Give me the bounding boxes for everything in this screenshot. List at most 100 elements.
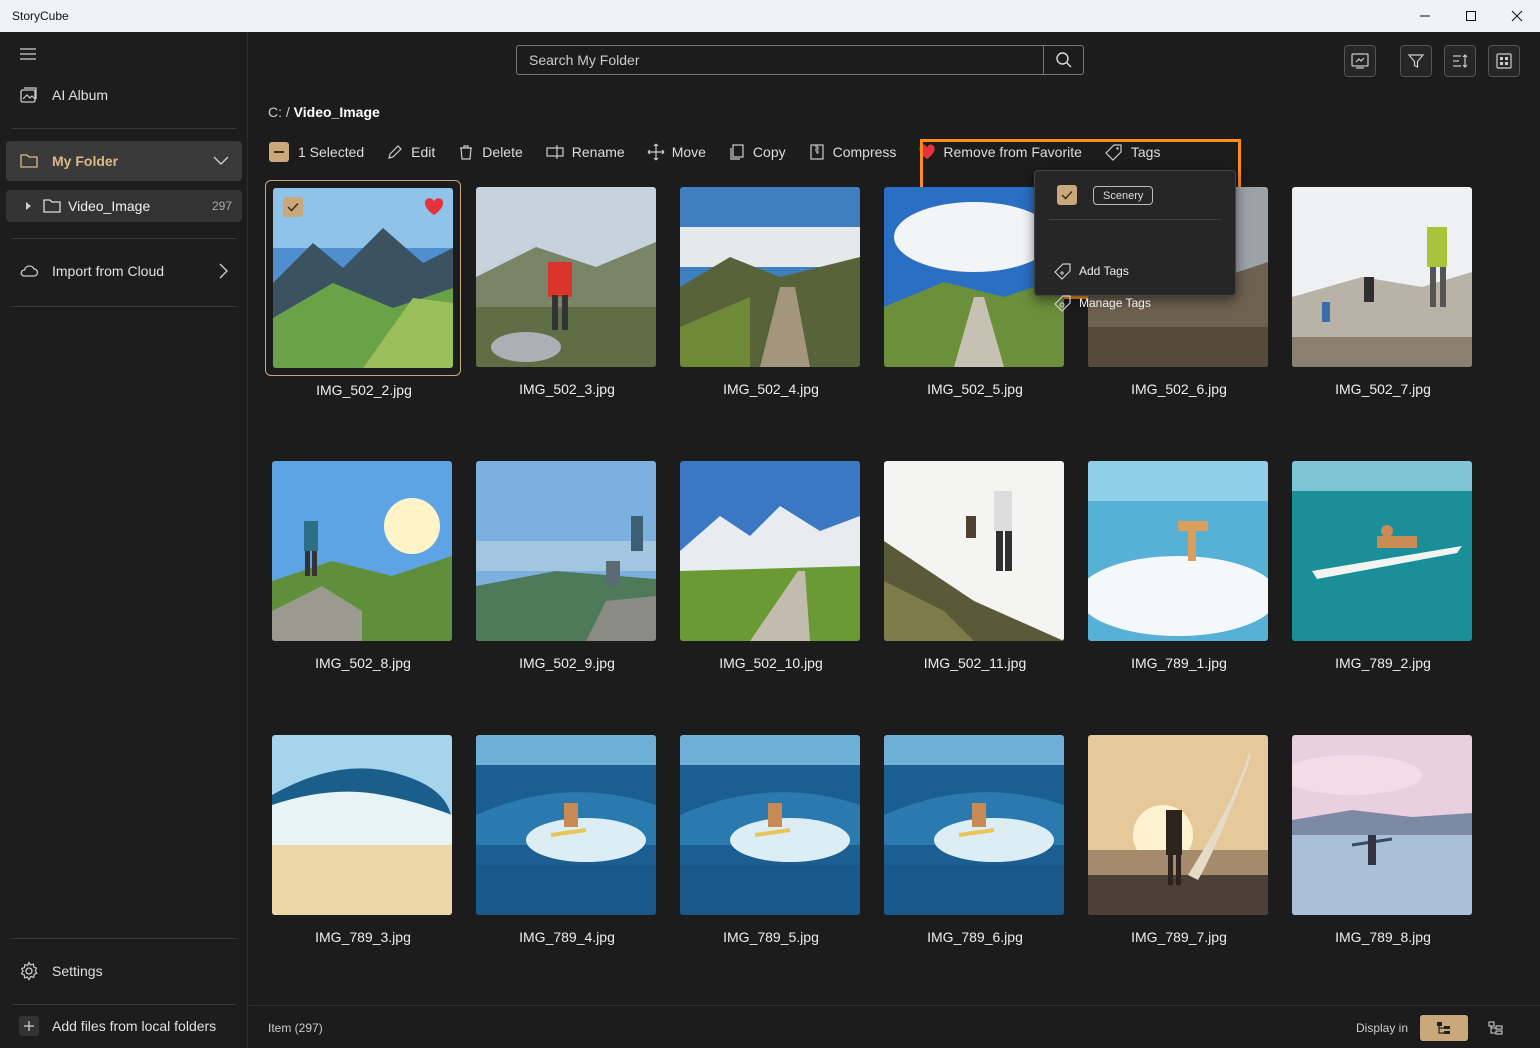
search-input[interactable] (517, 46, 1043, 74)
photo-thumbnail[interactable] (884, 735, 1064, 915)
divider (12, 938, 236, 939)
check-icon (1061, 190, 1073, 200)
slideshow-button[interactable] (1344, 45, 1376, 77)
photo-filename: IMG_789_3.jpg (315, 929, 411, 945)
photo-tile[interactable]: IMG_502_3.jpg (469, 180, 665, 397)
photo-tile[interactable]: IMG_502_10.jpg (673, 454, 869, 671)
tree-view-icon (1437, 1022, 1450, 1034)
nav-import-cloud-label: Import from Cloud (52, 263, 165, 279)
close-button[interactable] (1494, 0, 1540, 32)
favorite-heart-icon[interactable] (424, 198, 444, 221)
tree-item-video-image[interactable]: Video_Image 297 (6, 190, 242, 222)
tile-checkbox[interactable] (283, 197, 303, 217)
tag-checkbox[interactable] (1057, 185, 1077, 205)
divider (12, 1004, 236, 1005)
maximize-icon (1466, 11, 1476, 21)
display-tree-button[interactable] (1420, 1015, 1468, 1041)
photo-thumbnail[interactable] (476, 187, 656, 367)
add-tags-menu-item[interactable]: Add Tags (1053, 261, 1129, 281)
photo-thumbnail[interactable] (272, 461, 452, 641)
remove-from-favorite-button[interactable]: Remove from Favorite (918, 144, 1082, 160)
photo-tile[interactable]: IMG_789_1.jpg (1081, 454, 1277, 671)
grid-view-icon (1496, 53, 1512, 69)
breadcrumb-root[interactable]: C: (268, 104, 282, 120)
photo-thumbnail[interactable] (1088, 461, 1268, 641)
move-button[interactable]: Move (647, 143, 706, 161)
photo-tile[interactable]: IMG_789_2.jpg (1285, 454, 1481, 671)
nav-my-folder[interactable]: My Folder (6, 141, 242, 181)
nav-import-cloud[interactable]: Import from Cloud (6, 251, 242, 291)
breadcrumb-current: Video_Image (293, 104, 380, 120)
photo-thumbnail[interactable] (476, 735, 656, 915)
delete-label: Delete (482, 144, 523, 160)
partial-check-icon[interactable] (269, 142, 289, 162)
photo-filename: IMG_502_3.jpg (519, 381, 615, 397)
photo-tile[interactable]: IMG_789_5.jpg (673, 728, 869, 945)
app-title: StoryCube (12, 9, 69, 23)
nav-ai-album[interactable]: AI Album (6, 75, 242, 115)
photo-thumbnail[interactable] (1292, 735, 1472, 915)
photo-tile[interactable]: IMG_789_6.jpg (877, 728, 1073, 945)
photo-tile[interactable]: IMG_502_4.jpg (673, 180, 869, 397)
photo-tile[interactable]: IMG_502_11.jpg (877, 454, 1073, 671)
photo-filename: IMG_502_6.jpg (1131, 381, 1227, 397)
photo-tile[interactable]: IMG_502_2.jpg (265, 180, 461, 398)
compress-icon (810, 144, 824, 160)
hamburger-menu-icon[interactable] (18, 46, 38, 62)
filter-button[interactable] (1400, 45, 1432, 77)
photo-tile[interactable]: IMG_789_8.jpg (1285, 728, 1481, 945)
display-list-button[interactable] (1472, 1015, 1520, 1041)
nav-settings[interactable]: Settings (6, 951, 242, 991)
slideshow-icon (1351, 53, 1369, 69)
copy-button[interactable]: Copy (728, 143, 786, 161)
photo-thumbnail[interactable] (1292, 461, 1472, 641)
photo-thumbnail[interactable] (680, 461, 860, 641)
chevron-down-icon (213, 156, 229, 165)
tags-button[interactable]: Tags (1104, 143, 1160, 161)
photo-thumbnail[interactable] (272, 735, 452, 915)
maximize-button[interactable] (1448, 0, 1494, 32)
item-count: Item (297) (268, 1021, 323, 1035)
edit-button[interactable]: Edit (386, 143, 435, 161)
delete-button[interactable]: Delete (457, 143, 523, 161)
photo-tile[interactable]: IMG_502_8.jpg (265, 454, 461, 671)
heart-icon (919, 144, 935, 159)
photo-thumbnail[interactable] (476, 461, 656, 641)
chevron-right-icon (219, 263, 228, 279)
photo-tile[interactable]: IMG_789_7.jpg (1081, 728, 1277, 945)
photo-filename: IMG_502_7.jpg (1335, 381, 1431, 397)
edit-label: Edit (411, 144, 436, 160)
trash-icon (460, 145, 473, 160)
caret-right-icon[interactable] (20, 200, 42, 212)
divider (12, 306, 236, 307)
manage-tags-menu-item[interactable]: Manage Tags (1053, 293, 1151, 313)
add-files-button[interactable]: Add files from local folders (6, 1006, 242, 1046)
remove-from-favorite-label: Remove from Favorite (943, 144, 1082, 160)
tag-chip-scenery[interactable]: Scenery (1093, 186, 1154, 205)
rename-button[interactable]: Rename (545, 143, 625, 161)
minimize-icon (1420, 15, 1430, 17)
add-tag-icon (1054, 263, 1071, 280)
photo-tile[interactable]: IMG_502_7.jpg (1285, 180, 1481, 397)
sort-button[interactable] (1444, 45, 1476, 77)
move-label: Move (671, 144, 706, 160)
photo-tile[interactable]: IMG_789_4.jpg (469, 728, 665, 945)
folder-icon (6, 152, 52, 170)
close-icon (1511, 10, 1523, 22)
breadcrumb: C: / Video_Image (268, 104, 380, 120)
photo-thumbnail[interactable] (884, 461, 1064, 641)
search-button[interactable] (1043, 46, 1083, 74)
photo-thumbnail[interactable] (680, 187, 860, 367)
photo-thumbnail[interactable] (680, 735, 860, 915)
photo-thumbnail[interactable] (1292, 187, 1472, 367)
minimize-button[interactable] (1402, 0, 1448, 32)
photo-filename: IMG_502_4.jpg (723, 381, 819, 397)
nav-my-folder-label: My Folder (52, 153, 119, 169)
compress-button[interactable]: Compress (808, 143, 896, 161)
photo-tile[interactable]: IMG_502_9.jpg (469, 454, 665, 671)
photo-tile[interactable]: IMG_789_3.jpg (265, 728, 461, 945)
photo-thumbnail[interactable] (1088, 735, 1268, 915)
selection-indicator[interactable]: 1 Selected (269, 142, 364, 162)
view-layout-button[interactable] (1488, 45, 1520, 77)
nav-ai-album-label: AI Album (52, 87, 109, 103)
